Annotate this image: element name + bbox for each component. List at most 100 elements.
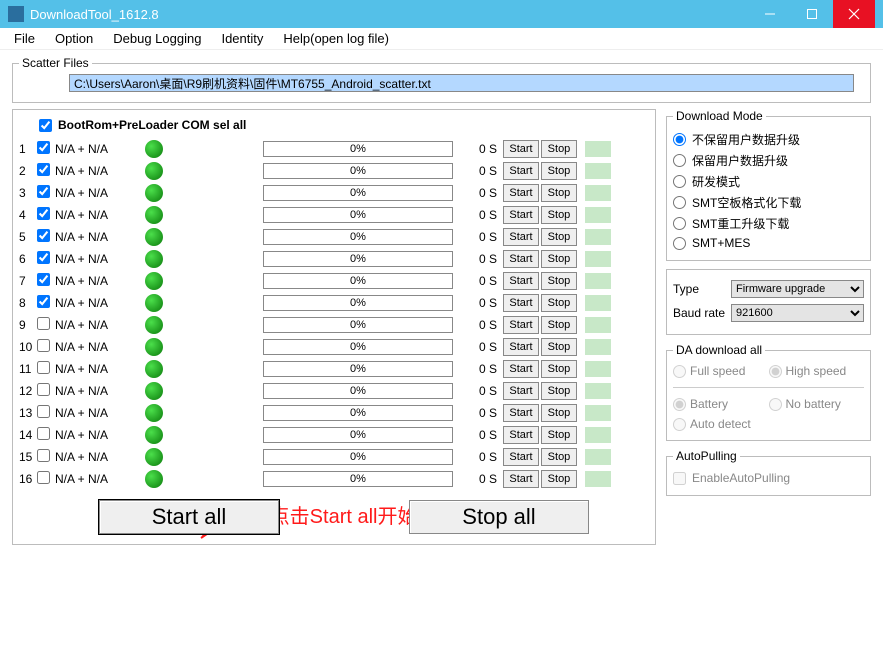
start-button[interactable]: Start	[503, 294, 539, 312]
auto-pulling-label: EnableAutoPulling	[692, 471, 790, 485]
download-mode-option[interactable]: 研发模式	[673, 173, 864, 190]
download-mode-label: SMT空板格式化下载	[692, 194, 801, 211]
port-checkbox[interactable]	[37, 361, 50, 374]
elapsed-time: 0 S	[457, 428, 497, 442]
start-button[interactable]: Start	[503, 448, 539, 466]
status-indicator	[585, 251, 611, 267]
start-button[interactable]: Start	[503, 470, 539, 488]
type-label: Type	[673, 282, 731, 296]
port-index: 5	[19, 230, 37, 244]
download-mode-option[interactable]: 不保留用户数据升级	[673, 131, 864, 148]
close-button[interactable]	[833, 0, 875, 28]
start-button[interactable]: Start	[503, 272, 539, 290]
start-button[interactable]: Start	[503, 360, 539, 378]
status-indicator	[585, 207, 611, 223]
da-auto-detect-radio	[673, 418, 686, 431]
stop-button[interactable]: Stop	[541, 426, 577, 444]
start-all-button[interactable]: Start all	[99, 500, 279, 534]
da-high-speed-label: High speed	[786, 364, 847, 378]
stop-button[interactable]: Stop	[541, 272, 577, 290]
start-button[interactable]: Start	[503, 338, 539, 356]
start-button[interactable]: Start	[503, 250, 539, 268]
port-checkbox[interactable]	[37, 207, 50, 220]
port-label: N/A + N/A	[55, 450, 145, 464]
stop-button[interactable]: Stop	[541, 382, 577, 400]
download-mode-radio[interactable]	[673, 154, 686, 167]
elapsed-time: 0 S	[457, 362, 497, 376]
start-button[interactable]: Start	[503, 140, 539, 158]
start-button[interactable]: Start	[503, 228, 539, 246]
download-mode-option[interactable]: 保留用户数据升级	[673, 152, 864, 169]
stop-button[interactable]: Stop	[541, 206, 577, 224]
type-select[interactable]: Firmware upgrade	[731, 280, 864, 298]
menu-help[interactable]: Help(open log file)	[273, 29, 399, 48]
menu-identity[interactable]: Identity	[211, 29, 273, 48]
auto-pulling-group: AutoPulling EnableAutoPulling	[666, 449, 871, 496]
start-button[interactable]: Start	[503, 426, 539, 444]
port-label: N/A + N/A	[55, 384, 145, 398]
port-checkbox[interactable]	[37, 251, 50, 264]
auto-pulling-legend: AutoPulling	[673, 449, 740, 463]
stop-button[interactable]: Stop	[541, 228, 577, 246]
stop-button[interactable]: Stop	[541, 162, 577, 180]
download-mode-option[interactable]: SMT空板格式化下载	[673, 194, 864, 211]
download-mode-radio[interactable]	[673, 196, 686, 209]
download-mode-option[interactable]: SMT重工升级下载	[673, 215, 864, 232]
stop-button[interactable]: Stop	[541, 338, 577, 356]
port-checkbox[interactable]	[37, 229, 50, 242]
port-checkbox[interactable]	[37, 405, 50, 418]
port-row: 8N/A + N/A0%0 SStartStop	[19, 292, 649, 314]
download-mode-radio[interactable]	[673, 133, 686, 146]
start-button[interactable]: Start	[503, 206, 539, 224]
start-button[interactable]: Start	[503, 184, 539, 202]
stop-button[interactable]: Stop	[541, 184, 577, 202]
stop-button[interactable]: Stop	[541, 470, 577, 488]
sel-all-checkbox[interactable]	[39, 119, 52, 132]
stop-button[interactable]: Stop	[541, 448, 577, 466]
port-checkbox[interactable]	[37, 383, 50, 396]
status-led-icon	[145, 382, 163, 400]
port-checkbox[interactable]	[37, 427, 50, 440]
stop-button[interactable]: Stop	[541, 316, 577, 334]
port-checkbox[interactable]	[37, 449, 50, 462]
download-mode-radio[interactable]	[673, 217, 686, 230]
port-index: 4	[19, 208, 37, 222]
stop-button[interactable]: Stop	[541, 140, 577, 158]
port-checkbox[interactable]	[37, 339, 50, 352]
minimize-button[interactable]	[749, 0, 791, 28]
stop-button[interactable]: Stop	[541, 294, 577, 312]
port-checkbox[interactable]	[37, 295, 50, 308]
menu-option[interactable]: Option	[45, 29, 103, 48]
status-indicator	[585, 405, 611, 421]
port-checkbox[interactable]	[37, 273, 50, 286]
port-checkbox[interactable]	[37, 141, 50, 154]
stop-button[interactable]: Stop	[541, 360, 577, 378]
status-led-icon	[145, 360, 163, 378]
start-button[interactable]: Start	[503, 316, 539, 334]
maximize-button[interactable]	[791, 0, 833, 28]
port-checkbox[interactable]	[37, 185, 50, 198]
port-checkbox[interactable]	[37, 163, 50, 176]
menu-file[interactable]: File	[4, 29, 45, 48]
port-checkbox[interactable]	[37, 471, 50, 484]
port-index: 3	[19, 186, 37, 200]
port-row: 2N/A + N/A0%0 SStartStop	[19, 160, 649, 182]
scatter-path-field[interactable]: C:\Users\Aaron\桌面\R9刷机资料\固件\MT6755_Andro…	[69, 74, 854, 92]
download-mode-group: Download Mode 不保留用户数据升级保留用户数据升级研发模式SMT空板…	[666, 109, 871, 261]
port-checkbox[interactable]	[37, 317, 50, 330]
port-row: 5N/A + N/A0%0 SStartStop	[19, 226, 649, 248]
download-mode-radio[interactable]	[673, 237, 686, 250]
menu-debug[interactable]: Debug Logging	[103, 29, 211, 48]
type-baud-group: Type Firmware upgrade Baud rate 921600	[666, 269, 871, 335]
port-index: 2	[19, 164, 37, 178]
baud-select[interactable]: 921600	[731, 304, 864, 322]
download-mode-radio[interactable]	[673, 175, 686, 188]
stop-button[interactable]: Stop	[541, 250, 577, 268]
da-legend: DA download all	[673, 343, 765, 357]
start-button[interactable]: Start	[503, 382, 539, 400]
stop-all-button[interactable]: Stop all	[409, 500, 589, 534]
stop-button[interactable]: Stop	[541, 404, 577, 422]
download-mode-option[interactable]: SMT+MES	[673, 236, 864, 250]
start-button[interactable]: Start	[503, 162, 539, 180]
start-button[interactable]: Start	[503, 404, 539, 422]
